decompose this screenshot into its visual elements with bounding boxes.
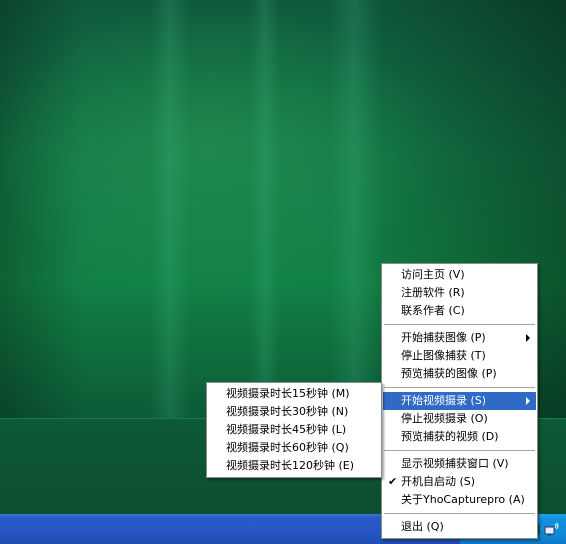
- menu-item-label: 视频摄录时长30秒钟 (N): [226, 405, 349, 418]
- menu-item-label: 注册软件 (R): [401, 286, 465, 299]
- menu-item-about[interactable]: 关于YhoCapturepro (A): [383, 491, 536, 509]
- submenu-item-duration-15s[interactable]: 视频摄录时长15秒钟 (M): [208, 385, 380, 403]
- submenu-arrow-icon: [526, 397, 530, 405]
- menu-item-contact-author[interactable]: 联系作者 (C): [383, 302, 536, 320]
- network-monitor-icon[interactable]: [544, 522, 560, 536]
- menu-item-visit-homepage[interactable]: 访问主页 (V): [383, 266, 536, 284]
- menu-item-start-image-capture[interactable]: 开始捕获图像 (P): [383, 329, 536, 347]
- menu-item-exit[interactable]: 退出 (Q): [383, 518, 536, 536]
- menu-item-label: 退出 (Q): [401, 520, 444, 533]
- submenu-arrow-icon: [526, 334, 530, 342]
- menu-item-label: 停止图像捕获 (T): [401, 349, 486, 362]
- menu-item-stop-image-capture[interactable]: 停止图像捕获 (T): [383, 347, 536, 365]
- menu-item-label: 停止视频摄录 (O): [401, 412, 488, 425]
- submenu-item-duration-45s[interactable]: 视频摄录时长45秒钟 (L): [208, 421, 380, 439]
- menu-separator: [384, 387, 535, 388]
- menu-item-label: 视频摄录时长60秒钟 (Q): [226, 441, 349, 454]
- submenu-item-duration-120s[interactable]: 视频摄录时长120秒钟 (E): [208, 457, 380, 475]
- menu-item-label: 视频摄录时长120秒钟 (E): [226, 459, 355, 472]
- video-duration-submenu: 视频摄录时长15秒钟 (M) 视频摄录时长30秒钟 (N) 视频摄录时长45秒钟…: [206, 382, 382, 478]
- menu-separator: [384, 450, 535, 451]
- light-streak: [330, 0, 380, 420]
- checkmark-icon: ✔: [388, 475, 398, 488]
- submenu-item-duration-30s[interactable]: 视频摄录时长30秒钟 (N): [208, 403, 380, 421]
- menu-item-label: 开机自启动 (S): [401, 475, 476, 488]
- menu-item-show-capture-window[interactable]: 显示视频捕获窗口 (V): [383, 455, 536, 473]
- menu-separator: [384, 513, 535, 514]
- submenu-item-duration-60s[interactable]: 视频摄录时长60秒钟 (Q): [208, 439, 380, 457]
- menu-item-register-software[interactable]: 注册软件 (R): [383, 284, 536, 302]
- light-streak: [150, 0, 190, 420]
- menu-item-label: 预览捕获的视频 (D): [401, 430, 499, 443]
- menu-item-stop-video-recording[interactable]: 停止视频摄录 (O): [383, 410, 536, 428]
- menu-item-start-video-recording[interactable]: 开始视频摄录 (S): [383, 392, 536, 410]
- menu-item-label: 开始视频摄录 (S): [401, 394, 487, 407]
- menu-item-label: 关于YhoCapturepro (A): [401, 493, 525, 506]
- menu-item-label: 联系作者 (C): [401, 304, 465, 317]
- menu-item-preview-captured-images[interactable]: 预览捕获的图像 (P): [383, 365, 536, 383]
- menu-item-label: 视频摄录时长15秒钟 (M): [226, 387, 350, 400]
- menu-item-label: 访问主页 (V): [401, 268, 465, 281]
- menu-item-label: 视频摄录时长45秒钟 (L): [226, 423, 347, 436]
- menu-item-label: 显示视频捕获窗口 (V): [401, 457, 509, 470]
- menu-item-label: 开始捕获图像 (P): [401, 331, 486, 344]
- menu-separator: [384, 324, 535, 325]
- menu-item-label: 预览捕获的图像 (P): [401, 367, 497, 380]
- light-streak: [250, 0, 280, 420]
- menu-item-autostart[interactable]: ✔ 开机自启动 (S): [383, 473, 536, 491]
- tray-context-menu: 访问主页 (V) 注册软件 (R) 联系作者 (C) 开始捕获图像 (P) 停止…: [381, 263, 538, 539]
- menu-item-preview-captured-video[interactable]: 预览捕获的视频 (D): [383, 428, 536, 446]
